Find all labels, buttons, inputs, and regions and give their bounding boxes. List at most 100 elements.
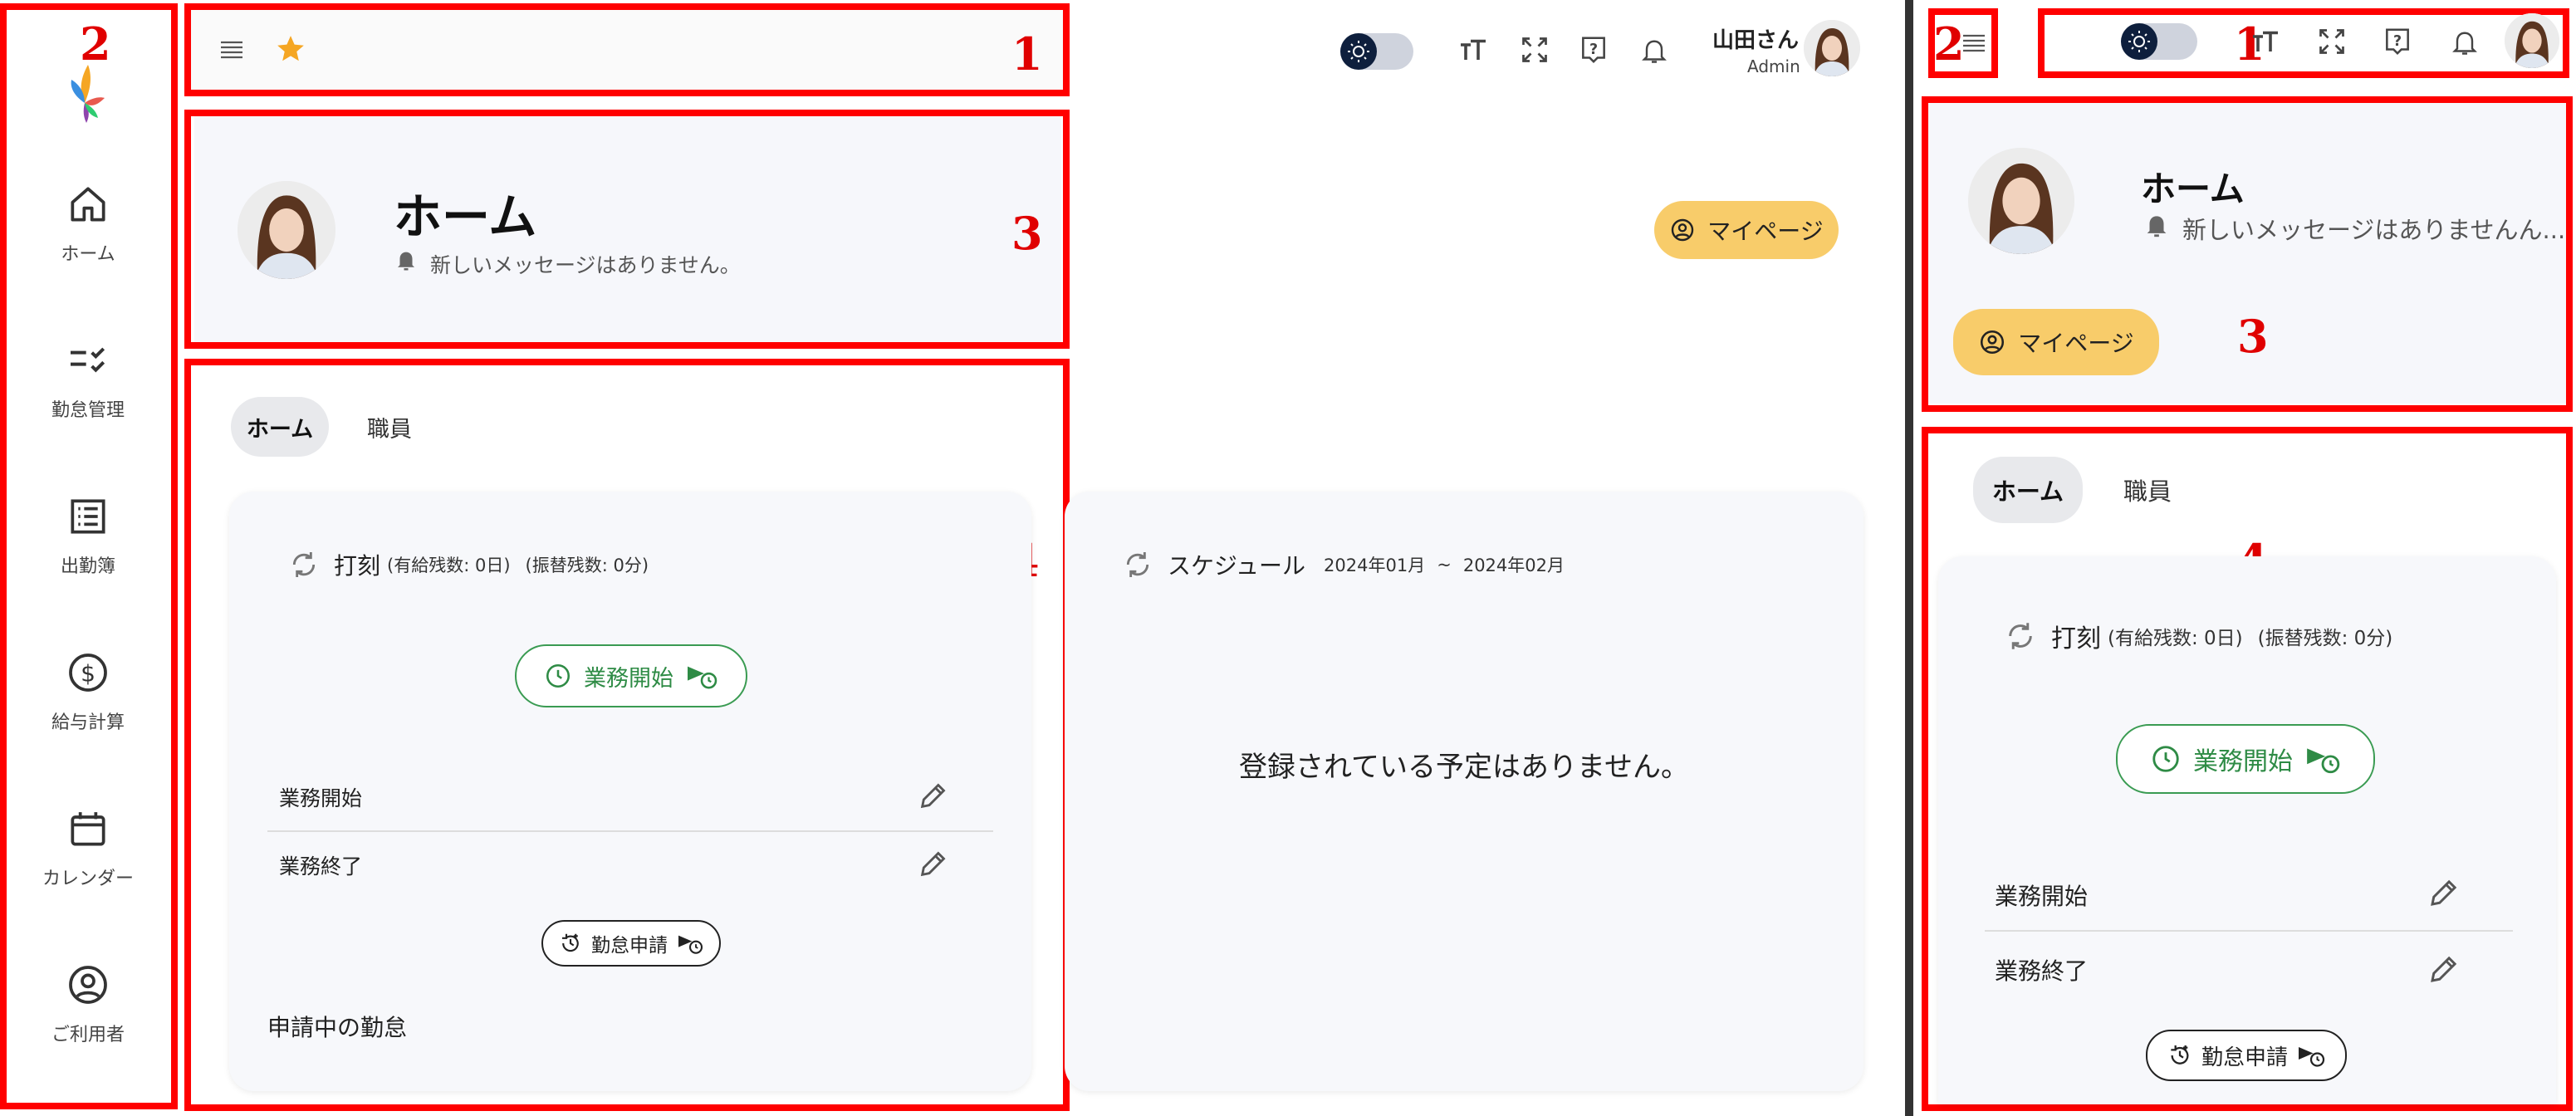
start-work-label: 業務開始 — [584, 665, 673, 692]
run-clock-icon — [2304, 743, 2341, 775]
sun-icon — [2121, 23, 2157, 60]
clock-icon — [544, 662, 572, 690]
header-message: 新しいメッセージはありません。 — [430, 253, 741, 277]
page-title: ホーム — [2141, 169, 2245, 209]
mypage-label: マイページ — [1707, 218, 1824, 245]
annotation-label-3-mobile: 3 — [2237, 310, 2269, 363]
tab-home[interactable]: ホーム — [231, 397, 329, 457]
sidebar-item-attendance-book[interactable]: 出勤簿 — [12, 493, 164, 578]
sidebar-item-label: カレンダー — [42, 869, 134, 889]
account-circle-icon — [1978, 328, 2006, 356]
punch-card-title-row: 打刻 (有給残数: 0日) (振替残数: 0分) — [2003, 618, 2392, 654]
checklist-icon — [65, 337, 111, 384]
edit-icon[interactable] — [917, 847, 950, 880]
fullscreen-icon[interactable] — [2317, 27, 2347, 56]
star-icon[interactable] — [274, 33, 307, 65]
user-avatar[interactable] — [1804, 20, 1860, 76]
header-message: 新しいメッセージはありませんん... — [2182, 216, 2566, 244]
font-size-icon[interactable] — [2250, 27, 2280, 56]
paid-leave-remaining: (有給残数: 0日) — [2108, 628, 2243, 649]
account-circle-icon — [65, 962, 111, 1008]
page-title: ホーム — [394, 188, 537, 245]
clock-icon — [2150, 743, 2182, 775]
run-clock-icon — [676, 932, 704, 955]
annotation-label-3: 3 — [1011, 207, 1043, 260]
punch-card-title-row: 打刻 (有給残数: 0日) (振替残数: 0分) — [287, 548, 649, 581]
sync-icon — [2003, 619, 2038, 653]
calendar-icon — [65, 805, 111, 852]
row-work-end: 業務終了 — [279, 854, 363, 879]
attendance-request-label: 勤怠申請 — [2201, 1045, 2288, 1070]
help-icon[interactable]: ? — [2382, 25, 2413, 58]
dollar-icon: $ — [65, 649, 111, 696]
mypage-button[interactable]: マイページ — [1953, 309, 2159, 375]
edit-icon[interactable] — [2427, 875, 2461, 910]
svg-text:?: ? — [2393, 33, 2402, 50]
run-clock-icon — [2296, 1043, 2326, 1068]
user-avatar[interactable] — [2505, 13, 2559, 68]
sidebar-item-home[interactable]: ホーム — [12, 181, 164, 266]
history-add-icon — [2167, 1042, 2193, 1069]
edit-icon[interactable] — [917, 779, 950, 812]
header-avatar — [1968, 148, 2074, 254]
tab-staff[interactable]: 職員 — [2093, 457, 2202, 523]
sidebar-item-label: ご利用者 — [51, 1025, 125, 1045]
schedule-range-separator: ~ — [1437, 555, 1452, 575]
sidebar-item-payroll[interactable]: $ 給与計算 — [12, 649, 164, 734]
run-clock-icon — [685, 662, 718, 690]
sidebar-item-users[interactable]: ご利用者 — [12, 962, 164, 1046]
schedule-range-start: 2024年01月 — [1324, 556, 1426, 575]
schedule-range-end: 2024年02月 — [1462, 556, 1565, 575]
tab-home[interactable]: ホーム — [1973, 457, 2083, 523]
sidebar-item-label: 出勤簿 — [60, 556, 115, 577]
start-work-button[interactable]: 業務開始 — [2116, 724, 2375, 794]
paid-leave-remaining: (有給残数: 0日) — [387, 556, 511, 575]
schedule-empty-message: 登録されている予定はありません。 — [1239, 751, 1689, 784]
sidebar-item-label: 勤怠管理 — [51, 400, 125, 421]
bell-icon[interactable] — [2450, 27, 2480, 58]
notification-bell-icon — [394, 247, 419, 272]
history-add-icon — [558, 931, 583, 956]
sidebar-item-calendar[interactable]: カレンダー — [12, 805, 164, 890]
user-name: 山田さん — [1712, 28, 1800, 53]
attendance-request-button[interactable]: 勤怠申請 — [2146, 1030, 2347, 1081]
font-size-icon[interactable] — [1458, 35, 1488, 65]
app-logo-icon — [66, 60, 108, 126]
fullscreen-icon[interactable] — [1520, 35, 1550, 65]
schedule-card-title-row: スケジュール 2024年01月 ~ 2024年02月 — [1121, 548, 1565, 581]
menu-icon[interactable] — [1961, 32, 1986, 55]
attendance-request-button[interactable]: 勤怠申請 — [541, 920, 721, 967]
punch-card-title: 打刻 — [2051, 624, 2101, 653]
svg-text:?: ? — [1589, 42, 1598, 58]
row-work-start: 業務開始 — [1995, 883, 2089, 910]
substitute-remaining: (振替残数: 0分) — [2257, 628, 2393, 649]
help-icon[interactable]: ? — [1578, 33, 1609, 66]
sidebar-item-label: ホーム — [61, 244, 115, 265]
annotation-box-1-mobile — [2038, 8, 2569, 78]
sidebar-item-attendance[interactable]: 勤怠管理 — [12, 337, 164, 422]
annotation-label-2-mobile: 2 — [1933, 17, 1965, 71]
sync-icon — [287, 548, 321, 581]
punch-card-title: 打刻 — [334, 552, 381, 580]
account-circle-icon — [1669, 217, 1696, 243]
mypage-button[interactable]: マイページ — [1654, 201, 1839, 259]
sync-icon — [1121, 548, 1154, 581]
edit-icon[interactable] — [2427, 952, 2461, 986]
row-work-end: 業務終了 — [1995, 957, 2089, 985]
row-divider — [267, 830, 993, 832]
row-work-start: 業務開始 — [279, 786, 363, 810]
list-icon — [65, 493, 111, 540]
svg-text:$: $ — [81, 660, 95, 688]
theme-toggle[interactable] — [1340, 33, 1413, 70]
mypage-label: マイページ — [2018, 330, 2134, 357]
sun-icon — [1340, 33, 1377, 70]
tab-staff[interactable]: 職員 — [340, 397, 438, 457]
annotation-label-1: 1 — [1011, 27, 1043, 81]
bell-icon[interactable] — [1639, 35, 1669, 66]
start-work-label: 業務開始 — [2193, 747, 2293, 776]
start-work-button[interactable]: 業務開始 — [515, 644, 747, 707]
menu-icon[interactable] — [219, 38, 244, 61]
attendance-request-label: 勤怠申請 — [591, 935, 668, 957]
schedule-card — [1065, 492, 1863, 1091]
theme-toggle[interactable] — [2121, 23, 2197, 60]
